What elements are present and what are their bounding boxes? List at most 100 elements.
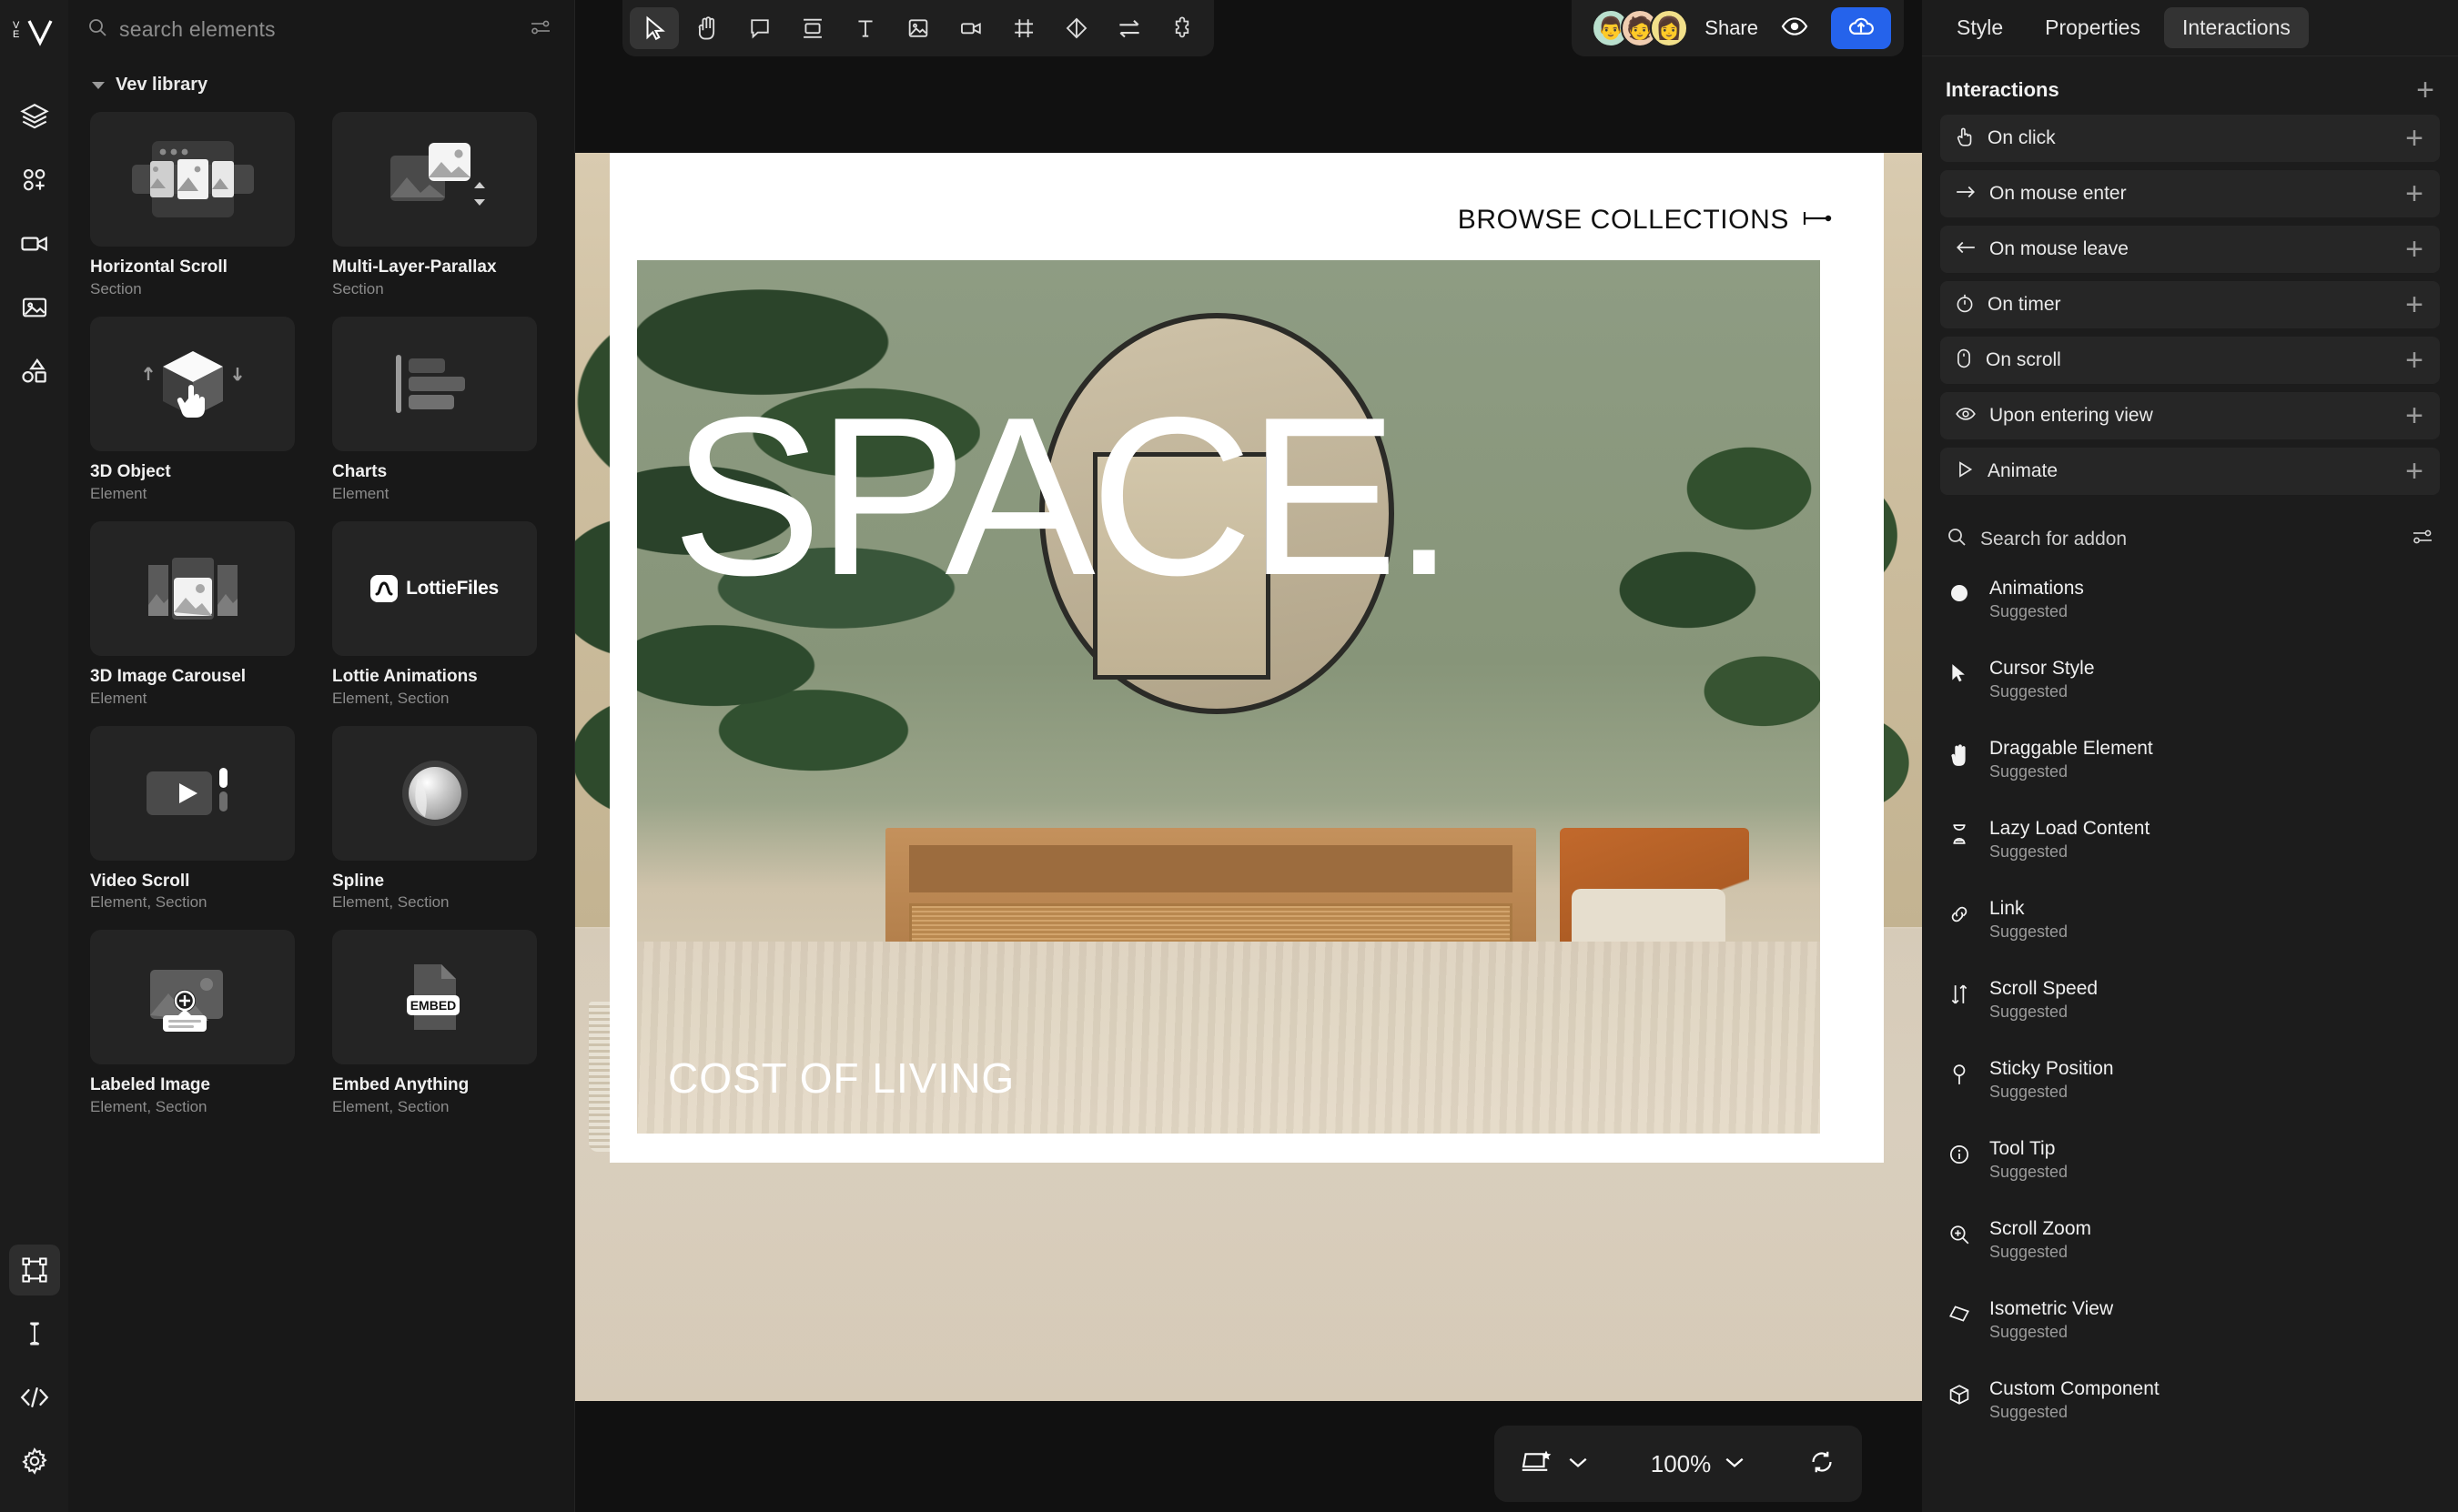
comment-tool[interactable]: [735, 7, 784, 49]
addon-item[interactable]: Tool Tip Suggested: [1946, 1134, 2434, 1204]
sidebar-item-text-cursor[interactable]: [9, 1308, 60, 1359]
library-search-row: search elements: [68, 4, 574, 55]
addon-item[interactable]: Draggable Element Suggested: [1946, 734, 2434, 803]
addon-item[interactable]: Scroll Speed Suggested: [1946, 974, 2434, 1043]
sidebar-item-add-component[interactable]: [9, 155, 60, 206]
trigger-on-scroll[interactable]: On scroll +: [1940, 337, 2440, 384]
trigger-on-timer[interactable]: On timer +: [1940, 281, 2440, 328]
trigger-list: On click + On mouse enter + On mou: [1922, 115, 2458, 495]
add-trigger-button[interactable]: +: [2405, 239, 2423, 259]
svg-text:E: E: [13, 29, 19, 40]
library-card[interactable]: Labeled Image Element, Section: [90, 930, 295, 1116]
filter-icon[interactable]: [2411, 526, 2434, 552]
publish-button[interactable]: [1831, 7, 1891, 49]
library-card[interactable]: Multi-Layer-Parallax Section: [332, 112, 537, 298]
add-trigger-button[interactable]: +: [2405, 350, 2423, 370]
addon-list: Animations Suggested Cursor Style Sugges…: [1922, 561, 2458, 1444]
cube-icon: [1946, 1378, 1973, 1406]
sidebar-item-shapes[interactable]: [9, 346, 60, 397]
trigger-on-click[interactable]: On click +: [1940, 115, 2440, 162]
search-input[interactable]: search elements: [86, 16, 516, 43]
breakpoint-selector[interactable]: [1520, 1448, 1589, 1480]
eye-icon: [1955, 405, 1977, 428]
browse-collections-link[interactable]: BROWSE COLLECTIONS: [1458, 205, 1789, 236]
library-card-subtitle: Element, Section: [90, 1098, 295, 1116]
library-card[interactable]: LottieFiles Lottie Animations Element, S…: [332, 521, 537, 708]
library-card[interactable]: 3D Object Element: [90, 317, 295, 503]
sidebar-item-frame-select[interactable]: [9, 1245, 60, 1295]
video-tool[interactable]: [946, 7, 996, 49]
add-trigger-button[interactable]: +: [2405, 406, 2423, 426]
library-card-subtitle: Section: [90, 280, 295, 298]
addon-tool[interactable]: [1158, 7, 1207, 49]
trigger-label: On scroll: [1986, 349, 2392, 371]
tab-properties[interactable]: Properties: [2027, 7, 2159, 48]
cursor-tool[interactable]: [630, 7, 679, 49]
avatar[interactable]: 👩: [1650, 9, 1688, 47]
tab-style[interactable]: Style: [1938, 7, 2021, 48]
addon-item[interactable]: Custom Component Suggested: [1946, 1375, 2434, 1444]
video-icon: [19, 228, 50, 259]
frame-tool[interactable]: [999, 7, 1048, 49]
library-scroll-area[interactable]: Vev library: [68, 55, 574, 1512]
library-group-header[interactable]: Vev library: [86, 55, 556, 112]
add-trigger-button[interactable]: +: [2405, 295, 2423, 315]
add-interaction-button[interactable]: +: [2416, 80, 2434, 100]
trigger-animate[interactable]: Animate +: [1940, 448, 2440, 495]
addon-item[interactable]: Cursor Style Suggested: [1946, 654, 2434, 723]
sidebar-item-layers[interactable]: [9, 91, 60, 142]
zoom-selector[interactable]: 100%: [1651, 1450, 1746, 1478]
addon-item[interactable]: Scroll Zoom Suggested: [1946, 1215, 2434, 1284]
sidebar-item-video[interactable]: [9, 218, 60, 269]
link-icon: [1946, 898, 1973, 925]
trigger-on-mouse-enter[interactable]: On mouse enter +: [1940, 170, 2440, 217]
add-trigger-button[interactable]: +: [2405, 128, 2423, 148]
vev-logo[interactable]: V E: [11, 13, 58, 51]
design-canvas[interactable]: BROWSE COLLECTIONS SPACE.: [575, 153, 1922, 1401]
shape-tool[interactable]: [1052, 7, 1101, 49]
addon-status: Suggested: [1989, 682, 2095, 701]
library-card[interactable]: Charts Element: [332, 317, 537, 503]
section-tool[interactable]: [788, 7, 837, 49]
library-card[interactable]: Video Scroll Element, Section: [90, 726, 295, 912]
library-card[interactable]: Horizontal Scroll Section: [90, 112, 295, 298]
image-tool[interactable]: [894, 7, 943, 49]
cube-drag-thumb: [90, 317, 295, 451]
addon-item[interactable]: Lazy Load Content Suggested: [1946, 814, 2434, 883]
hand-tool[interactable]: [683, 7, 732, 49]
library-card[interactable]: EMBED Embed Anything Element, Section: [332, 930, 537, 1116]
library-card[interactable]: 3D Image Carousel Element: [90, 521, 295, 708]
transition-tool[interactable]: [1105, 7, 1154, 49]
chevron-down-icon[interactable]: [1724, 1455, 1745, 1474]
addon-item[interactable]: Isometric View Suggested: [1946, 1295, 2434, 1364]
preview-button[interactable]: [1775, 10, 1815, 46]
share-button[interactable]: Share: [1704, 16, 1758, 40]
trigger-label: On click: [1988, 127, 2392, 149]
filter-icon[interactable]: [529, 16, 552, 43]
add-trigger-button[interactable]: +: [2405, 461, 2423, 481]
circle-icon: [1946, 578, 1973, 603]
sidebar-item-settings[interactable]: [9, 1436, 60, 1487]
trigger-on-mouse-leave[interactable]: On mouse leave +: [1940, 226, 2440, 273]
add-trigger-button[interactable]: +: [2405, 184, 2423, 204]
addon-name: Link: [1989, 898, 2068, 920]
addon-item[interactable]: Animations Suggested: [1946, 574, 2434, 643]
sidebar-item-image[interactable]: [9, 282, 60, 333]
text-tool[interactable]: [841, 7, 890, 49]
addon-status: Suggested: [1989, 1003, 2098, 1022]
chevron-down-icon: [92, 82, 105, 89]
top-right-cluster: 👨 🧑 👩 Share: [1572, 0, 1904, 56]
hero-caption: COST OF LIVING: [668, 1053, 1015, 1103]
refresh-button[interactable]: [1807, 1448, 1836, 1480]
library-card[interactable]: Spline Element, Section: [332, 726, 537, 912]
addon-item[interactable]: Link Suggested: [1946, 894, 2434, 963]
code-icon: [19, 1384, 50, 1411]
sidebar-item-code[interactable]: [9, 1372, 60, 1423]
addon-item[interactable]: Sticky Position Suggested: [1946, 1054, 2434, 1124]
tab-interactions[interactable]: Interactions: [2164, 7, 2309, 48]
trigger-upon-entering-view[interactable]: Upon entering view +: [1940, 392, 2440, 439]
library-card-title: Labeled Image: [90, 1075, 295, 1095]
addon-search-row[interactable]: Search for addon: [1922, 495, 2458, 561]
chevron-down-icon[interactable]: [1567, 1455, 1589, 1474]
hero-section[interactable]: BROWSE COLLECTIONS SPACE.: [610, 153, 1884, 1163]
